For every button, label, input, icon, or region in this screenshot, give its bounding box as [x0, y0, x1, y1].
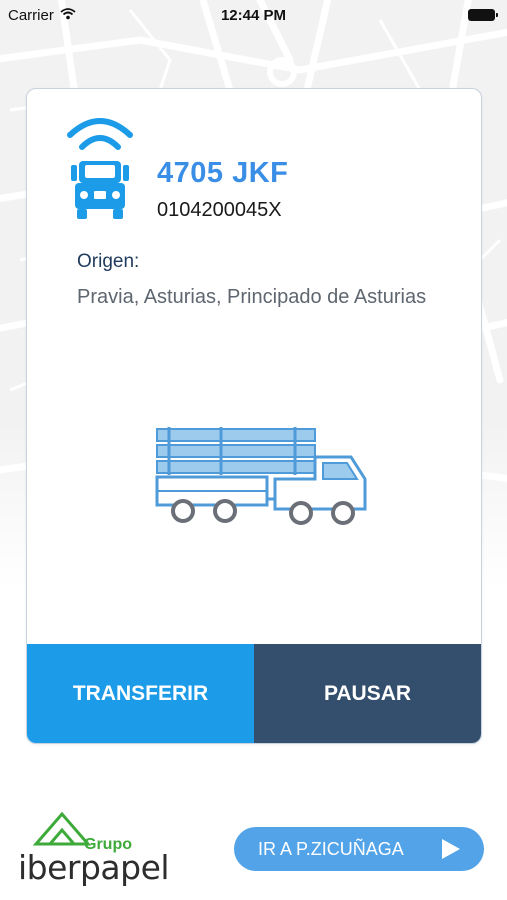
pause-button[interactable]: PAUSAR: [254, 644, 481, 743]
wifi-status-icon: [60, 7, 76, 24]
goto-destination-button[interactable]: IR A P.ZICUÑAGA: [234, 827, 484, 871]
truck-front-icon: [67, 118, 133, 219]
logo-main-text: iberpapel: [18, 848, 170, 887]
status-time: 12:44 PM: [220, 6, 287, 24]
carrier-label: Carrier: [8, 6, 54, 24]
vehicle-plate: 4705 JKF: [157, 157, 289, 189]
battery-icon: [468, 9, 498, 21]
wifi-icon: [67, 118, 133, 138]
logging-truck-icon: [155, 427, 367, 525]
status-bar: Carrier 12:44 PM: [0, 0, 507, 30]
origin-value: Pravia, Asturias, Principado de Asturias: [77, 286, 427, 308]
play-icon: [442, 839, 460, 859]
transfer-button[interactable]: TRANSFERIR: [27, 644, 254, 743]
goto-label: IR A P.ZICUÑAGA: [258, 838, 404, 859]
vehicle-card: 4705 JKF 0104200045X Origen: Pravia, Ast…: [26, 88, 482, 744]
vehicle-code: 0104200045X: [157, 199, 282, 221]
action-buttons: TRANSFERIR PAUSAR: [27, 644, 481, 743]
origin-label: Origen:: [77, 251, 140, 272]
iberpapel-logo: Grupo iberpapel: [18, 808, 170, 888]
